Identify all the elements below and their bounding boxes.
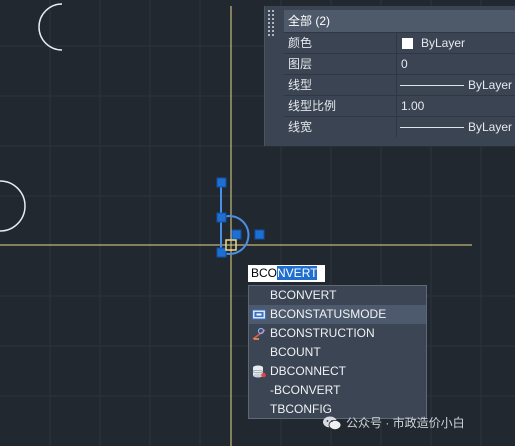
suggestion-item[interactable]: BCOUNT <box>249 343 426 362</box>
linetype-value: ByLayer <box>467 78 512 92</box>
linetype-preview <box>400 85 464 86</box>
panel-grip-handle[interactable] <box>267 9 277 39</box>
property-key: 线宽 <box>284 117 397 137</box>
selection-count-header[interactable]: 全部 (2) <box>284 10 515 32</box>
property-value[interactable]: ByLayer <box>397 117 515 137</box>
property-value[interactable]: 0 <box>397 54 515 74</box>
lineweight-value: ByLayer <box>467 120 512 134</box>
property-value[interactable]: 1.00 <box>397 96 515 116</box>
suggestion-item[interactable]: BCONVERT <box>249 286 426 305</box>
suggestion-label: BCONVERT <box>270 288 337 302</box>
suggestion-label: DBCONNECT <box>270 364 347 378</box>
property-key: 图层 <box>284 54 397 74</box>
property-row-linetype[interactable]: 线型 ByLayer <box>284 74 515 95</box>
color-value: ByLayer <box>421 36 466 50</box>
arc-left <box>0 180 26 232</box>
color-swatch-icon <box>402 38 413 49</box>
suggestion-item[interactable]: -BCONVERT <box>249 381 426 400</box>
grip-middle <box>216 212 227 223</box>
wechat-icon <box>323 416 342 430</box>
grip-right <box>254 229 265 240</box>
status-mode-icon <box>252 309 266 320</box>
property-key: 线型 <box>284 75 397 95</box>
watermark-text: 公众号 · 市政造价小白 <box>346 416 465 430</box>
suggestion-label: BCONSTATUSMODE <box>270 307 387 321</box>
construction-icon <box>252 327 266 340</box>
lineweight-preview <box>400 127 464 128</box>
command-autocomplete-list: BCONVERT BCONSTATUSMODE BCONSTRUCTION BC… <box>248 285 427 419</box>
suggestion-item[interactable]: DBCONNECT <box>249 362 426 381</box>
dynamic-command-input[interactable]: BCONVERT <box>248 265 325 282</box>
grip-top <box>216 177 227 188</box>
property-row-lineweight[interactable]: 线宽 ByLayer <box>284 116 515 137</box>
database-icon <box>252 365 266 378</box>
autocomplete-selection: NVERT <box>277 266 318 280</box>
property-key: 颜色 <box>284 33 397 53</box>
grip-center <box>231 229 242 240</box>
typed-text: BCO <box>251 266 278 280</box>
suggestion-label: BCONSTRUCTION <box>270 326 375 340</box>
property-value[interactable]: ByLayer <box>397 75 515 95</box>
property-row-linetype-scale[interactable]: 线型比例 1.00 <box>284 95 515 116</box>
property-row-color[interactable]: 颜色 ByLayer <box>284 32 515 53</box>
properties-table: 全部 (2) 颜色 ByLayer 图层 0 线型 ByLayer 线型比例 1… <box>284 10 515 137</box>
property-row-layer[interactable]: 图层 0 <box>284 53 515 74</box>
property-value[interactable]: ByLayer <box>397 33 515 53</box>
suggestion-label: -BCONVERT <box>270 383 341 397</box>
suggestion-label: BCOUNT <box>270 345 321 359</box>
suggestion-item[interactable]: BCONSTRUCTION <box>249 324 426 343</box>
property-key: 线型比例 <box>284 96 397 116</box>
quick-properties-panel: 全部 (2) 颜色 ByLayer 图层 0 线型 ByLayer 线型比例 1… <box>264 6 515 146</box>
suggestion-item-highlighted[interactable]: BCONSTATUSMODE <box>249 305 426 324</box>
grip-bottom <box>216 247 227 258</box>
